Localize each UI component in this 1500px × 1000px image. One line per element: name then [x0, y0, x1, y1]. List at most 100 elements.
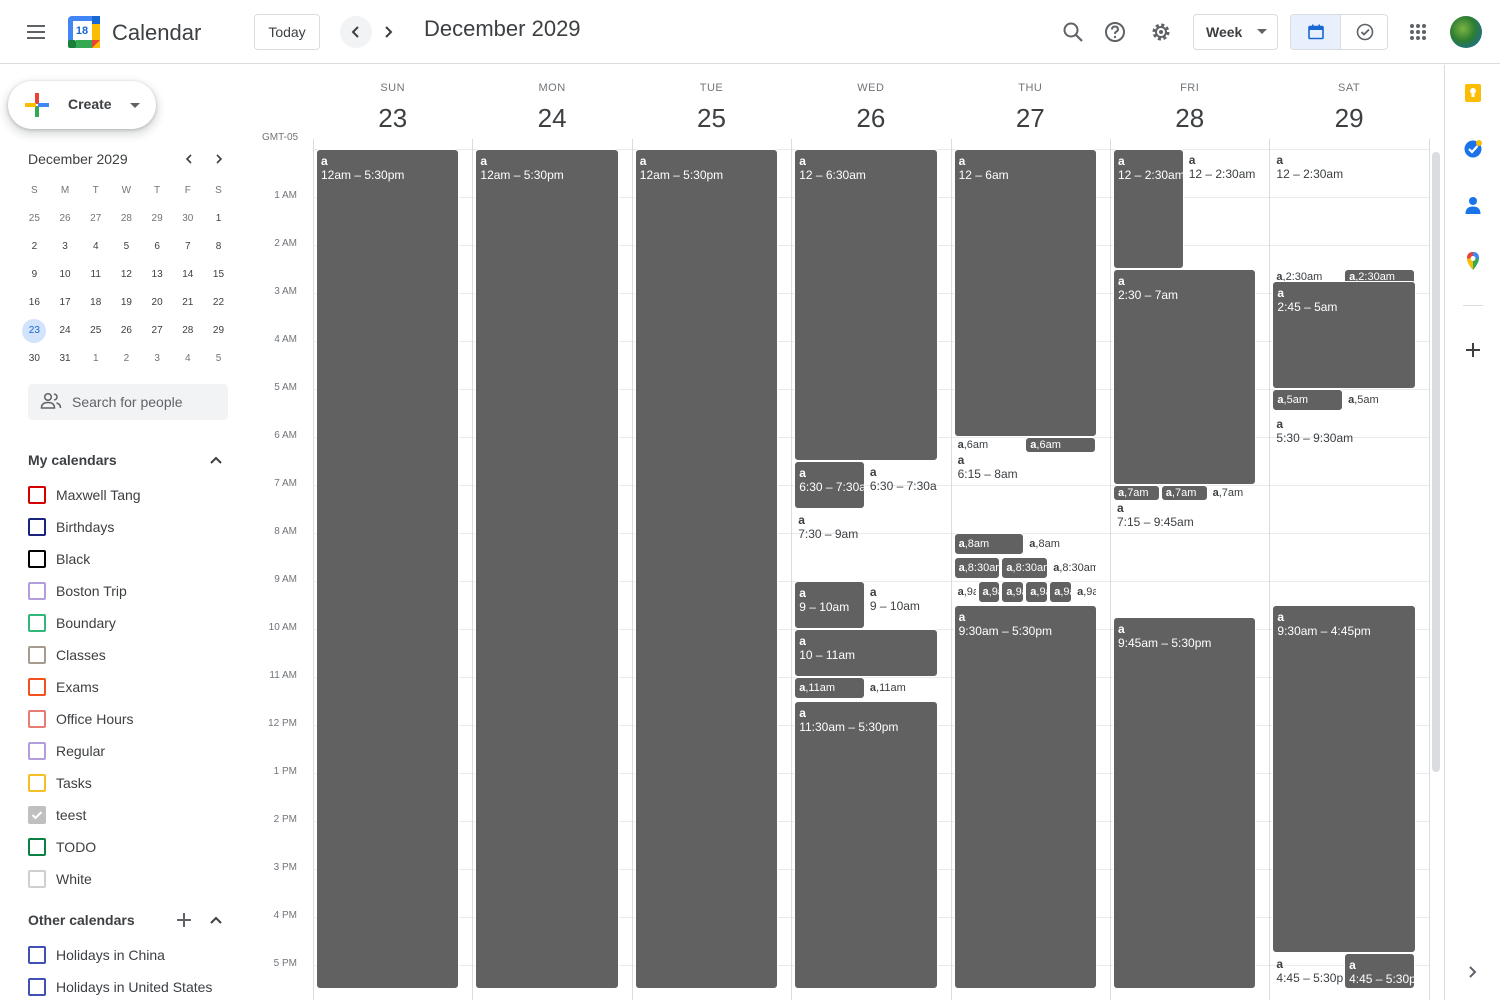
event-block[interactable]: a, 5am [1272, 389, 1344, 411]
mini-day[interactable]: 3 [142, 347, 173, 371]
day-header-mon[interactable]: MON 24 [472, 65, 631, 149]
event-block[interactable]: a, 11am [794, 677, 865, 699]
tasks-view-toggle[interactable] [1340, 15, 1387, 49]
calendar-checkbox[interactable] [28, 774, 46, 792]
mini-day[interactable]: 5 [111, 235, 142, 259]
mini-day[interactable]: 7 [172, 235, 203, 259]
calendar-item[interactable]: Birthdays [28, 513, 114, 541]
mini-prev-month-button[interactable] [177, 147, 201, 171]
account-avatar[interactable] [1450, 16, 1482, 48]
calendar-checkbox[interactable] [28, 614, 46, 632]
mini-day[interactable]: 30 [172, 207, 203, 231]
my-calendars-title[interactable]: My calendars [28, 452, 117, 468]
event-block[interactable]: a 12am – 5:30pm [475, 149, 619, 989]
mini-day[interactable]: 20 [142, 291, 173, 315]
calendar-checkbox[interactable] [28, 806, 46, 824]
calendar-item[interactable]: Boundary [28, 609, 116, 637]
calendar-item[interactable]: Maxwell Tang [28, 481, 141, 509]
mini-day[interactable]: 22 [203, 291, 234, 315]
calendar-item[interactable]: Boston Trip [28, 577, 127, 605]
event-block[interactable]: a 9:30am – 4:45pm [1272, 605, 1416, 953]
mini-day[interactable]: 2 [111, 347, 142, 371]
calendar-checkbox[interactable] [28, 978, 46, 996]
mini-day[interactable]: 4 [80, 235, 111, 259]
apps-grid-icon[interactable] [1398, 12, 1438, 52]
calendar-item[interactable]: Holidays in United States [28, 973, 212, 1000]
calendar-item[interactable]: Exams [28, 673, 99, 701]
mini-day[interactable]: 15 [203, 263, 234, 287]
event-block[interactable]: a4:45 – 5:30pm [1272, 953, 1343, 989]
calendar-checkbox[interactable] [28, 710, 46, 728]
calendar-item[interactable]: Classes [28, 641, 106, 669]
mini-day[interactable]: 16 [19, 291, 50, 315]
event-block[interactable]: a9 – 10am [866, 581, 937, 629]
scrollbar-thumb[interactable] [1432, 152, 1440, 772]
event-block[interactable]: a 11:30am – 5:30pm [794, 701, 938, 989]
add-other-calendar-button[interactable] [172, 908, 196, 932]
event-block[interactable]: a 12 – 6am [953, 149, 1097, 437]
event-block[interactable]: a 12am – 5:30pm [316, 149, 460, 989]
day-number[interactable]: 29 [1269, 103, 1428, 134]
mini-day[interactable]: 10 [50, 263, 81, 287]
day-number[interactable]: 25 [632, 103, 791, 134]
event-block[interactable]: a 5:30 – 9:30am [1272, 413, 1415, 605]
event-block[interactable]: a 12 – 2:30am [1272, 149, 1415, 269]
mini-day[interactable]: 6 [142, 235, 173, 259]
mini-day[interactable]: 1 [80, 347, 111, 371]
mini-day[interactable]: 14 [172, 263, 203, 287]
main-menu-icon[interactable] [16, 12, 56, 52]
search-people-field[interactable]: Search for people [28, 384, 228, 420]
view-selector[interactable]: Week [1193, 14, 1278, 50]
calendar-checkbox[interactable] [28, 646, 46, 664]
mini-next-month-button[interactable] [207, 147, 231, 171]
tasks-icon[interactable] [1457, 133, 1489, 165]
event-block[interactable]: a9 – 10am [794, 581, 865, 629]
day-header-fri[interactable]: FRI 28 [1110, 65, 1269, 149]
day-number[interactable]: 27 [951, 103, 1110, 134]
settings-gear-icon[interactable] [1141, 12, 1181, 52]
mini-day[interactable]: 28 [111, 207, 142, 231]
event-block[interactable]: a, 9am [1049, 581, 1073, 603]
mini-day[interactable]: 11 [80, 263, 111, 287]
day-number[interactable]: 23 [313, 103, 472, 134]
event-block[interactable]: a 7:30 – 9am [794, 509, 937, 581]
mini-day[interactable]: 9 [19, 263, 50, 287]
mini-day[interactable]: 29 [142, 207, 173, 231]
mini-day[interactable]: 30 [19, 347, 50, 371]
event-block[interactable]: a 2:30 – 7am [1113, 269, 1257, 485]
event-block[interactable]: a 12am – 5:30pm [634, 149, 779, 989]
mini-day[interactable]: 24 [50, 319, 81, 343]
event-block[interactable]: a, 8am [1025, 533, 1096, 555]
calendar-item[interactable]: TODO [28, 833, 96, 861]
event-block[interactable]: a 12 – 2:30am [1113, 149, 1184, 269]
calendar-checkbox[interactable] [28, 582, 46, 600]
prev-week-button[interactable] [340, 16, 372, 48]
event-block[interactable]: a 7:15 – 9:45am [1113, 497, 1256, 617]
mini-day[interactable]: 3 [50, 235, 81, 259]
day-number[interactable]: 28 [1110, 103, 1269, 134]
calendar-item[interactable]: Office Hours [28, 705, 134, 733]
event-block[interactable]: a, 8:30am [953, 557, 1001, 579]
mini-day[interactable]: 4 [172, 347, 203, 371]
mini-day[interactable]: 27 [142, 319, 173, 343]
event-block[interactable]: a 6:15 – 8am [954, 449, 1097, 533]
calendar-checkbox[interactable] [28, 550, 46, 568]
mini-day[interactable]: 5 [203, 347, 234, 371]
calendar-item[interactable]: Black [28, 545, 90, 573]
event-block[interactable]: a, 5am [1344, 389, 1415, 411]
day-number[interactable]: 26 [791, 103, 950, 134]
day-number[interactable]: 24 [472, 103, 631, 134]
mini-day[interactable]: 18 [80, 291, 111, 315]
event-block[interactable]: a, 9am [977, 581, 1001, 603]
calendar-checkbox[interactable] [28, 946, 46, 964]
mini-day[interactable]: 26 [50, 207, 81, 231]
mini-day-today[interactable]: 23 [19, 319, 50, 343]
event-block[interactable]: a6:30 – 7:30am [866, 461, 937, 509]
event-block[interactable]: a, 9am [1025, 581, 1049, 603]
day-header-thu[interactable]: THU 27 [951, 65, 1110, 149]
calendar-checkbox[interactable] [28, 838, 46, 856]
next-week-button[interactable] [372, 16, 404, 48]
calendar-checkbox[interactable] [28, 518, 46, 536]
calendar-checkbox[interactable] [28, 870, 46, 888]
event-block[interactable]: a, 9am [954, 581, 977, 603]
